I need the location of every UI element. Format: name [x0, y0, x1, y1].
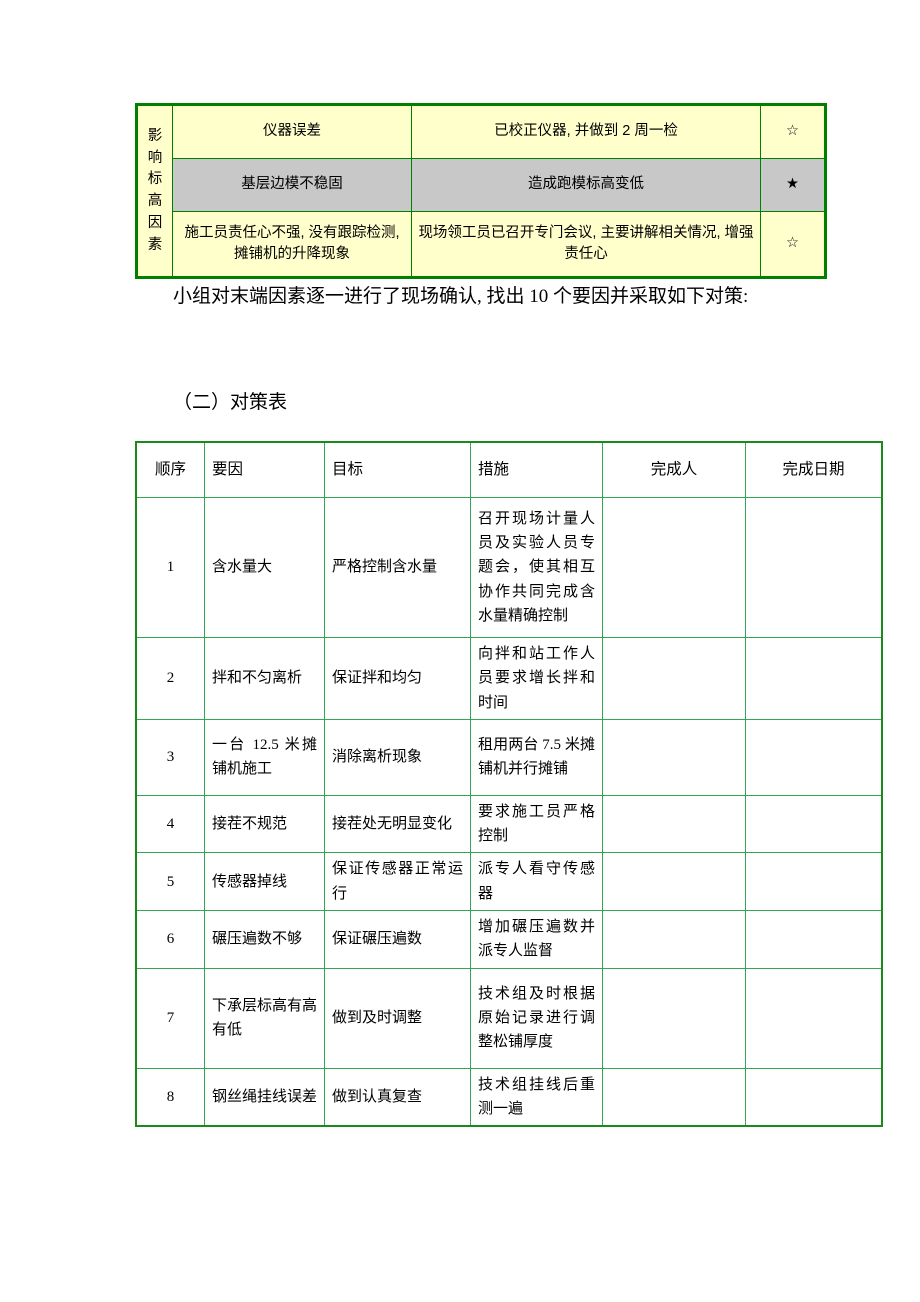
table-row: 3 一台 12.5 米摊铺机施工 消除离析现象 租用两台 7.5 米摊铺机并行摊… [135, 718, 883, 796]
table-row: 施工员责任心不强, 没有跟踪检测, 摊铺机的升降现象 现场领工员已召开专门会议,… [137, 211, 826, 278]
cell-goal: 保证传感器正常运行 [324, 852, 471, 912]
cell-factor: 接茬不规范 [204, 794, 325, 854]
column-header-date: 完成日期 [745, 441, 883, 498]
star-filled-icon: ★ [760, 158, 826, 212]
cell-date [745, 497, 883, 638]
cell-goal: 保证拌和均匀 [324, 637, 471, 720]
cell-measure: 要求施工员严格控制 [470, 794, 603, 854]
body-paragraph: 小组对末端因素逐一进行了现场确认, 找出 10 个要因并采取如下对策: [173, 286, 749, 307]
table-row: 影 响 标 高 因 素 仪器误差 已校正仪器, 并做到 2 周一检 ☆ [136, 104, 826, 278]
table-row: 2 拌和不匀离析 保证拌和均匀 向拌和站工作人员要求增长拌和时间 [135, 637, 883, 720]
document-page: 影 响 标 高 因 素 仪器误差 已校正仪器, 并做到 2 周一检 ☆ 基层边模… [0, 0, 920, 1302]
cell-factor: 传感器掉线 [204, 852, 325, 912]
cause-side-char-5: 素 [147, 236, 163, 253]
cell-factor: 下承层标高有高有低 [204, 967, 325, 1069]
cell-seq: 1 [135, 497, 205, 638]
table-row: 1 含水量大 严格控制含水量 召开现场计量人员及实验人员专题会，使其相互协作共同… [135, 497, 883, 638]
cause-factor-cell: 仪器误差 [172, 104, 412, 159]
cell-seq: 4 [135, 794, 205, 854]
cell-date [745, 718, 883, 796]
cell-person [602, 967, 746, 1069]
cell-seq: 2 [135, 637, 205, 720]
cell-seq: 7 [135, 967, 205, 1069]
cell-factor: 碾压遍数不够 [204, 910, 325, 969]
cause-table: 影 响 标 高 因 素 仪器误差 已校正仪器, 并做到 2 周一检 ☆ 基层边模… [135, 103, 827, 279]
cell-goal: 接茬处无明显变化 [324, 794, 471, 854]
section-heading: （二）对策表 [173, 392, 288, 413]
column-header-measure: 措施 [470, 441, 603, 498]
cell-measure: 技术组及时根据原始记录进行调整松铺厚度 [470, 967, 603, 1069]
cell-date [745, 910, 883, 969]
cell-seq: 8 [135, 1067, 205, 1127]
cause-side-label: 影 响 标 高 因 素 [136, 104, 173, 278]
cell-measure: 向拌和站工作人员要求增长拌和时间 [470, 637, 603, 720]
cell-person [602, 910, 746, 969]
measure-table: 顺序 要因 目标 措施 完成人 完成日期 1 含水量大 严格控制含水量 召开现场… [135, 441, 883, 1128]
cause-factor-cell: 基层边模不稳固 [172, 158, 412, 212]
table-row: 4 接茬不规范 接茬处无明显变化 要求施工员严格控制 [135, 794, 883, 854]
cell-person [602, 1067, 746, 1127]
cause-side-char-4: 因 [147, 214, 163, 231]
cell-goal: 保证碾压遍数 [324, 910, 471, 969]
cell-person [602, 497, 746, 638]
table-row: 7 下承层标高有高有低 做到及时调整 技术组及时根据原始记录进行调整松铺厚度 [135, 967, 883, 1069]
cell-person [602, 852, 746, 912]
cell-factor: 一台 12.5 米摊铺机施工 [204, 718, 325, 796]
table-header-row: 顺序 要因 目标 措施 完成人 完成日期 [135, 441, 883, 498]
cell-factor: 钢丝绳挂线误差 [204, 1067, 325, 1127]
cell-date [745, 852, 883, 912]
cell-measure: 召开现场计量人员及实验人员专题会，使其相互协作共同完成含水量精确控制 [470, 497, 603, 638]
cell-measure: 租用两台 7.5 米摊铺机并行摊铺 [470, 718, 603, 796]
table-row: 6 碾压遍数不够 保证碾压遍数 增加碾压遍数并派专人监督 [135, 910, 883, 969]
cause-side-char-2: 标 [147, 171, 163, 188]
cell-goal: 严格控制含水量 [324, 497, 471, 638]
table-row: 基层边模不稳固 造成跑模标高变低 ★ [137, 158, 826, 212]
cause-side-char-0: 影 [147, 127, 163, 144]
column-header-factor: 要因 [204, 441, 325, 498]
cell-goal: 消除离析现象 [324, 718, 471, 796]
cell-seq: 6 [135, 910, 205, 969]
column-header-person: 完成人 [602, 441, 746, 498]
star-hollow-icon: ☆ [760, 211, 826, 278]
cell-measure: 派专人看守传感器 [470, 852, 603, 912]
star-hollow-icon: ☆ [760, 104, 826, 159]
table-row: 8 钢丝绳挂线误差 做到认真复查 技术组挂线后重测一遍 [135, 1067, 883, 1127]
cell-date [745, 637, 883, 720]
cause-result-cell: 已校正仪器, 并做到 2 周一检 [411, 104, 761, 159]
cell-factor: 拌和不匀离析 [204, 637, 325, 720]
cell-person [602, 718, 746, 796]
cell-date [745, 1067, 883, 1127]
cell-seq: 3 [135, 718, 205, 796]
cell-goal: 做到及时调整 [324, 967, 471, 1069]
cause-result-cell: 造成跑模标高变低 [411, 158, 761, 212]
cell-date [745, 794, 883, 854]
cell-goal: 做到认真复查 [324, 1067, 471, 1127]
column-header-seq: 顺序 [135, 441, 205, 498]
cause-side-char-3: 高 [147, 193, 163, 209]
cause-side-char-1: 响 [147, 149, 163, 166]
cell-person [602, 637, 746, 720]
measure-table-container: 顺序 要因 目标 措施 完成人 完成日期 1 含水量大 严格控制含水量 召开现场… [135, 441, 883, 1128]
cause-table-container: 影 响 标 高 因 素 仪器误差 已校正仪器, 并做到 2 周一检 ☆ 基层边模… [135, 103, 827, 279]
cause-result-cell: 现场领工员已召开专门会议, 主要讲解相关情况, 增强责任心 [411, 211, 761, 278]
cause-factor-cell: 施工员责任心不强, 没有跟踪检测, 摊铺机的升降现象 [172, 211, 412, 278]
cell-factor: 含水量大 [204, 497, 325, 638]
table-row: 5 传感器掉线 保证传感器正常运行 派专人看守传感器 [135, 852, 883, 912]
cell-measure: 增加碾压遍数并派专人监督 [470, 910, 603, 969]
cell-seq: 5 [135, 852, 205, 912]
column-header-goal: 目标 [324, 441, 471, 498]
cell-measure: 技术组挂线后重测一遍 [470, 1067, 603, 1127]
cell-date [745, 967, 883, 1069]
cell-person [602, 794, 746, 854]
